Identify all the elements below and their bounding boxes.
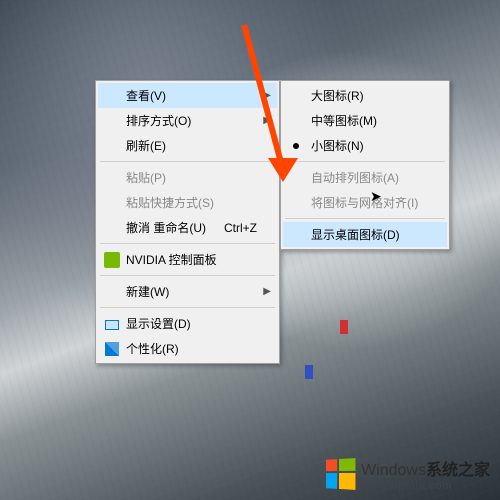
menu-nvidia[interactable]: NVIDIA 控制面板 — [98, 247, 277, 272]
menu-separator — [100, 275, 275, 276]
submenu-show-desktop-icons[interactable]: 显示桌面图标(D) — [283, 222, 447, 247]
menu-paste-shortcut: 粘贴快捷方式(S) — [98, 190, 277, 215]
menu-label: 查看(V) — [126, 87, 166, 104]
watermark-cn: 系统之家 — [426, 462, 490, 479]
view-submenu: 大图标(R) 中等图标(M) 小图标(N) 自动排列图标(A) 将图标与网格对齐… — [280, 80, 450, 250]
menu-view[interactable]: 查看(V) ▶ — [98, 83, 277, 108]
menu-undo-rename[interactable]: 撤消 重命名(U) Ctrl+Z — [98, 215, 277, 240]
menu-label: 排序方式(O) — [126, 112, 191, 129]
menu-label: 小图标(N) — [311, 137, 364, 154]
menu-separator — [100, 307, 275, 308]
menu-personalize[interactable]: 个性化(R) — [98, 336, 277, 361]
menu-label: 撤消 重命名(U) — [126, 219, 206, 236]
menu-paste: 粘贴(P) — [98, 165, 277, 190]
menu-label: 粘贴(P) — [126, 169, 166, 186]
watermark: Windows系统之家 www.bjjmlv.com — [325, 456, 490, 492]
menu-new[interactable]: 新建(W) ▶ — [98, 279, 277, 304]
wallpaper-detail — [340, 320, 348, 334]
menu-label: 个性化(R) — [126, 340, 179, 357]
bullet-icon — [293, 143, 299, 149]
chevron-right-icon: ▶ — [263, 115, 271, 126]
submenu-medium-icons[interactable]: 中等图标(M) — [283, 108, 447, 133]
nvidia-icon — [104, 252, 120, 268]
watermark-brand: Windows — [361, 462, 426, 479]
personalize-icon — [104, 341, 120, 357]
menu-label: 新建(W) — [126, 283, 169, 300]
chevron-right-icon: ▶ — [263, 286, 271, 297]
display-icon — [104, 316, 120, 332]
submenu-small-icons[interactable]: 小图标(N) — [283, 133, 447, 158]
menu-refresh[interactable]: 刷新(E) — [98, 133, 277, 158]
menu-label: 自动排列图标(A) — [311, 169, 399, 186]
menu-label: 粘贴快捷方式(S) — [126, 194, 214, 211]
menu-label: 将图标与网格对齐(I) — [311, 194, 418, 211]
menu-label: NVIDIA 控制面板 — [126, 251, 217, 268]
menu-separator — [285, 161, 445, 162]
menu-sort[interactable]: 排序方式(O) ▶ — [98, 108, 277, 133]
wallpaper-detail — [305, 365, 313, 379]
menu-separator — [285, 218, 445, 219]
menu-separator — [100, 161, 275, 162]
submenu-auto-arrange[interactable]: 自动排列图标(A) — [283, 165, 447, 190]
menu-label: 显示设置(D) — [126, 315, 191, 332]
menu-label: 刷新(E) — [126, 137, 166, 154]
submenu-large-icons[interactable]: 大图标(R) — [283, 83, 447, 108]
menu-hotkey: Ctrl+Z — [206, 221, 257, 235]
menu-display-settings[interactable]: 显示设置(D) — [98, 311, 277, 336]
menu-separator — [100, 243, 275, 244]
menu-label: 大图标(R) — [311, 87, 364, 104]
windows-logo-icon — [326, 458, 355, 490]
submenu-align-grid[interactable]: 将图标与网格对齐(I) — [283, 190, 447, 215]
chevron-right-icon: ▶ — [263, 90, 271, 101]
menu-label: 中等图标(M) — [311, 112, 377, 129]
desktop-context-menu: 查看(V) ▶ 排序方式(O) ▶ 刷新(E) 粘贴(P) 粘贴快捷方式(S) … — [95, 80, 280, 364]
watermark-url: www.bjjmlv.com — [361, 480, 490, 492]
menu-label: 显示桌面图标(D) — [311, 226, 400, 243]
